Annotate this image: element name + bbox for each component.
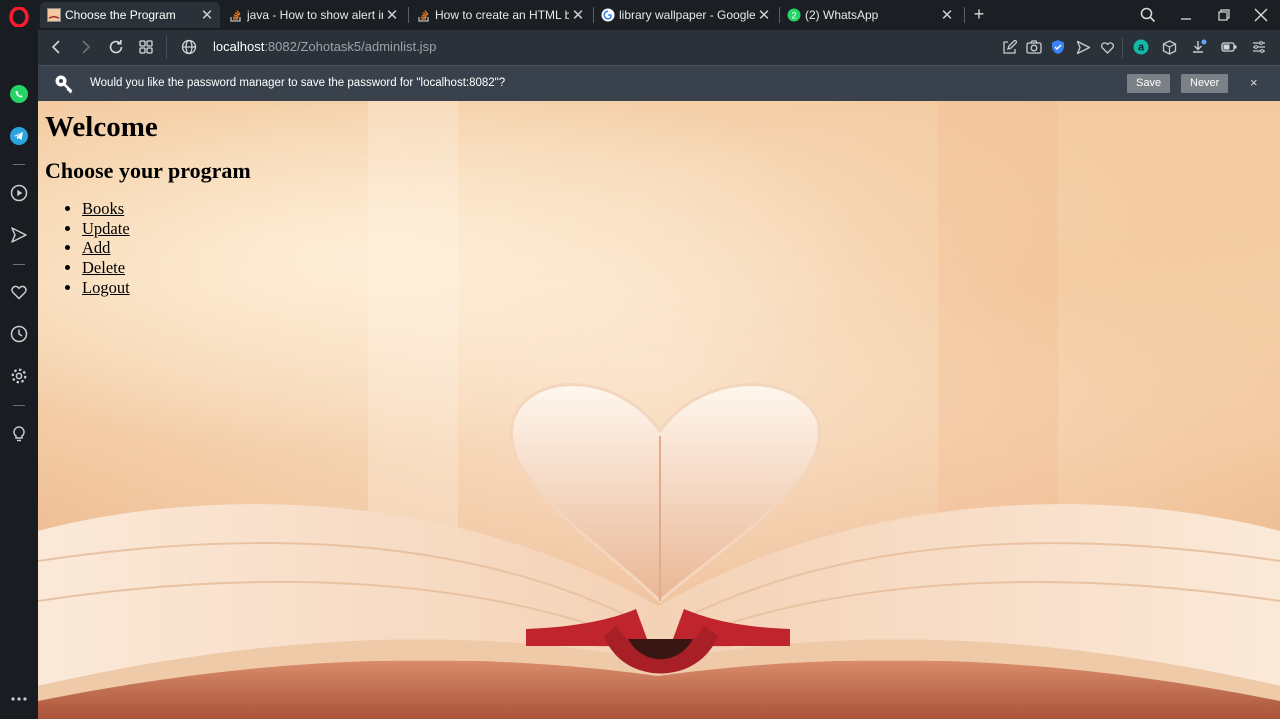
page-viewport: Welcome Choose your program Books Update… — [38, 101, 1280, 719]
key-icon — [55, 75, 73, 94]
list-item: Update — [82, 219, 251, 239]
minimize-icon[interactable] — [1176, 5, 1196, 25]
toolbar-divider — [166, 36, 167, 59]
tab-divider — [408, 7, 409, 23]
page-title: Welcome — [45, 111, 158, 143]
program-list: Books Update Add Delete Logout — [45, 199, 251, 298]
sidebar-divider — [13, 264, 25, 265]
globe-icon[interactable] — [179, 37, 199, 57]
tab-choose-program[interactable]: Choose the Program ✕ — [40, 2, 220, 28]
stackoverflow-icon — [229, 8, 243, 22]
tab-close-icon[interactable]: ✕ — [569, 6, 587, 24]
more-icon[interactable] — [7, 687, 31, 711]
whatsapp-badge: 2 — [791, 10, 796, 21]
tab-close-icon[interactable]: ✕ — [938, 6, 956, 24]
sidebar-divider — [13, 164, 25, 165]
url-host: localhost — [213, 39, 265, 54]
battery-saver-icon[interactable] — [1220, 38, 1238, 56]
easy-setup-icon[interactable] — [1250, 38, 1268, 56]
telegram-icon[interactable] — [7, 124, 31, 148]
toolbar-divider — [1122, 38, 1123, 58]
tab-title: library wallpaper - Google — [619, 8, 755, 22]
tab-title: How to create an HTML bu — [435, 8, 569, 22]
tab-title: java - How to show alert in — [247, 8, 383, 22]
delete-link[interactable]: Delete — [82, 258, 125, 277]
opera-logo-icon[interactable] — [9, 7, 29, 27]
tab-library-wallpaper[interactable]: library wallpaper - Google ✕ — [594, 2, 777, 28]
tab-divider — [964, 7, 965, 23]
list-item: Logout — [82, 278, 251, 298]
tab-close-icon[interactable]: ✕ — [198, 6, 216, 24]
list-item: Add — [82, 238, 251, 258]
page-favicon-icon — [47, 8, 61, 22]
never-save-button[interactable]: Never — [1181, 74, 1229, 93]
url-path: :8082/Zohotask5/adminlist.jsp — [264, 39, 437, 54]
lightbulb-icon[interactable] — [7, 422, 31, 446]
edit-icon[interactable] — [1000, 38, 1018, 56]
list-item: Delete — [82, 258, 251, 278]
google-icon — [601, 8, 615, 22]
speed-dial-icon[interactable] — [136, 37, 156, 57]
send-icon[interactable] — [1074, 38, 1092, 56]
send-icon[interactable] — [7, 223, 31, 247]
tab-whatsapp[interactable]: 2 (2) WhatsApp ✕ — [780, 2, 960, 28]
search-tabs-icon[interactable] — [1138, 5, 1158, 25]
shield-icon[interactable] — [1049, 38, 1067, 56]
forward-icon[interactable] — [76, 37, 96, 57]
whatsapp-icon[interactable] — [7, 82, 31, 106]
settings-icon[interactable] — [7, 364, 31, 388]
back-icon[interactable] — [46, 37, 66, 57]
list-item: Books — [82, 199, 251, 219]
extensions-cube-icon[interactable] — [1160, 38, 1178, 56]
reload-icon[interactable] — [106, 37, 126, 57]
tab-title: Choose the Program — [65, 8, 176, 22]
heart-icon[interactable] — [1098, 38, 1116, 56]
page-content: Welcome Choose your program Books Update… — [45, 109, 251, 298]
logout-link[interactable]: Logout — [82, 278, 130, 297]
close-window-icon[interactable] — [1251, 5, 1271, 25]
tab-close-icon[interactable]: ✕ — [383, 6, 401, 24]
tab-title: (2) WhatsApp — [805, 8, 879, 22]
heart-icon[interactable] — [7, 280, 31, 304]
page-subtitle: Choose your program — [45, 158, 251, 183]
books-link[interactable]: Books — [82, 199, 124, 218]
tab-strip: Choose the Program ✕ java - How to show … — [38, 0, 1280, 30]
new-tab-button[interactable]: + — [970, 4, 988, 25]
history-icon[interactable] — [7, 322, 31, 346]
password-prompt-text: Would you like the password manager to s… — [90, 77, 506, 89]
tab-html-button[interactable]: How to create an HTML bu ✕ — [410, 2, 591, 28]
restore-icon[interactable] — [1214, 5, 1234, 25]
password-save-bar: Would you like the password manager to s… — [38, 65, 1280, 102]
aria-icon[interactable]: a — [1132, 38, 1150, 56]
url-field[interactable]: localhost:8082/Zohotask5/adminlist.jsp — [213, 39, 436, 54]
opera-sidebar — [0, 0, 38, 719]
update-link[interactable]: Update — [82, 219, 130, 238]
download-icon[interactable] — [1190, 38, 1208, 56]
tab-close-icon[interactable]: ✕ — [755, 6, 773, 24]
whatsapp-icon: 2 — [787, 8, 801, 22]
sidebar-divider — [13, 405, 25, 406]
tab-java-alert[interactable]: java - How to show alert in ✕ — [222, 2, 405, 28]
close-bar-icon[interactable]: × — [1250, 75, 1258, 90]
player-icon[interactable] — [7, 181, 31, 205]
stackoverflow-icon — [417, 8, 431, 22]
address-bar: localhost:8082/Zohotask5/adminlist.jsp a — [38, 30, 1280, 65]
save-password-button[interactable]: Save — [1127, 74, 1171, 93]
svg-text:a: a — [1138, 42, 1145, 54]
camera-icon[interactable] — [1025, 38, 1043, 56]
add-link[interactable]: Add — [82, 238, 110, 257]
